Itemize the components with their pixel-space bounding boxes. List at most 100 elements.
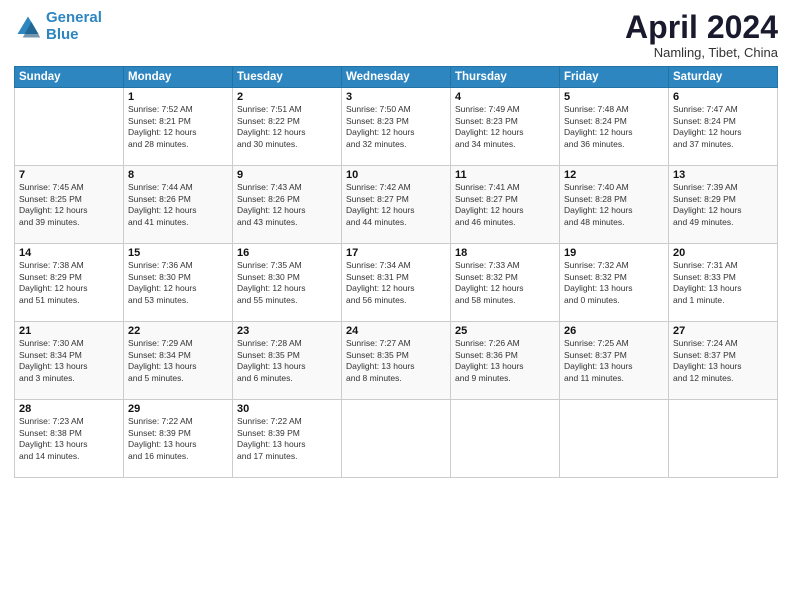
day-info: Sunrise: 7:22 AM Sunset: 8:39 PM Dayligh…	[237, 416, 337, 462]
day-info: Sunrise: 7:48 AM Sunset: 8:24 PM Dayligh…	[564, 104, 664, 150]
calendar-day-header: Sunday	[15, 67, 124, 88]
header: General Blue April 2024 Namling, Tibet, …	[14, 10, 778, 60]
calendar-cell: 23Sunrise: 7:28 AM Sunset: 8:35 PM Dayli…	[233, 322, 342, 400]
calendar-week-row: 1Sunrise: 7:52 AM Sunset: 8:21 PM Daylig…	[15, 88, 778, 166]
day-info: Sunrise: 7:44 AM Sunset: 8:26 PM Dayligh…	[128, 182, 228, 228]
calendar-week-row: 28Sunrise: 7:23 AM Sunset: 8:38 PM Dayli…	[15, 400, 778, 478]
day-number: 28	[19, 403, 119, 415]
day-info: Sunrise: 7:47 AM Sunset: 8:24 PM Dayligh…	[673, 104, 773, 150]
calendar-table: SundayMondayTuesdayWednesdayThursdayFrid…	[14, 66, 778, 478]
day-number: 21	[19, 325, 119, 337]
main-title: April 2024	[625, 10, 778, 45]
day-info: Sunrise: 7:36 AM Sunset: 8:30 PM Dayligh…	[128, 260, 228, 306]
calendar-week-row: 14Sunrise: 7:38 AM Sunset: 8:29 PM Dayli…	[15, 244, 778, 322]
calendar-week-row: 7Sunrise: 7:45 AM Sunset: 8:25 PM Daylig…	[15, 166, 778, 244]
day-number: 15	[128, 247, 228, 259]
calendar-cell: 11Sunrise: 7:41 AM Sunset: 8:27 PM Dayli…	[451, 166, 560, 244]
day-info: Sunrise: 7:43 AM Sunset: 8:26 PM Dayligh…	[237, 182, 337, 228]
calendar-cell	[342, 400, 451, 478]
logo: General Blue	[14, 10, 102, 43]
day-number: 5	[564, 91, 664, 103]
day-number: 13	[673, 169, 773, 181]
day-number: 10	[346, 169, 446, 181]
calendar-cell	[669, 400, 778, 478]
day-info: Sunrise: 7:49 AM Sunset: 8:23 PM Dayligh…	[455, 104, 555, 150]
calendar-cell: 18Sunrise: 7:33 AM Sunset: 8:32 PM Dayli…	[451, 244, 560, 322]
calendar-cell: 5Sunrise: 7:48 AM Sunset: 8:24 PM Daylig…	[560, 88, 669, 166]
day-info: Sunrise: 7:35 AM Sunset: 8:30 PM Dayligh…	[237, 260, 337, 306]
calendar-cell: 22Sunrise: 7:29 AM Sunset: 8:34 PM Dayli…	[124, 322, 233, 400]
day-info: Sunrise: 7:27 AM Sunset: 8:35 PM Dayligh…	[346, 338, 446, 384]
day-number: 25	[455, 325, 555, 337]
calendar-cell: 21Sunrise: 7:30 AM Sunset: 8:34 PM Dayli…	[15, 322, 124, 400]
calendar-cell: 14Sunrise: 7:38 AM Sunset: 8:29 PM Dayli…	[15, 244, 124, 322]
logo-line1: General	[46, 9, 102, 26]
calendar-cell: 30Sunrise: 7:22 AM Sunset: 8:39 PM Dayli…	[233, 400, 342, 478]
calendar-cell: 27Sunrise: 7:24 AM Sunset: 8:37 PM Dayli…	[669, 322, 778, 400]
day-number: 26	[564, 325, 664, 337]
calendar-day-header: Thursday	[451, 67, 560, 88]
subtitle: Namling, Tibet, China	[625, 45, 778, 60]
day-number: 8	[128, 169, 228, 181]
calendar-cell: 12Sunrise: 7:40 AM Sunset: 8:28 PM Dayli…	[560, 166, 669, 244]
calendar-cell: 13Sunrise: 7:39 AM Sunset: 8:29 PM Dayli…	[669, 166, 778, 244]
title-block: April 2024 Namling, Tibet, China	[625, 10, 778, 60]
day-number: 14	[19, 247, 119, 259]
day-number: 4	[455, 91, 555, 103]
day-info: Sunrise: 7:32 AM Sunset: 8:32 PM Dayligh…	[564, 260, 664, 306]
day-info: Sunrise: 7:51 AM Sunset: 8:22 PM Dayligh…	[237, 104, 337, 150]
calendar-cell: 20Sunrise: 7:31 AM Sunset: 8:33 PM Dayli…	[669, 244, 778, 322]
day-info: Sunrise: 7:42 AM Sunset: 8:27 PM Dayligh…	[346, 182, 446, 228]
day-number: 16	[237, 247, 337, 259]
calendar-cell: 28Sunrise: 7:23 AM Sunset: 8:38 PM Dayli…	[15, 400, 124, 478]
day-info: Sunrise: 7:34 AM Sunset: 8:31 PM Dayligh…	[346, 260, 446, 306]
calendar-cell	[560, 400, 669, 478]
day-number: 18	[455, 247, 555, 259]
calendar-cell: 26Sunrise: 7:25 AM Sunset: 8:37 PM Dayli…	[560, 322, 669, 400]
day-number: 23	[237, 325, 337, 337]
day-info: Sunrise: 7:40 AM Sunset: 8:28 PM Dayligh…	[564, 182, 664, 228]
calendar-day-header: Tuesday	[233, 67, 342, 88]
day-info: Sunrise: 7:38 AM Sunset: 8:29 PM Dayligh…	[19, 260, 119, 306]
day-number: 12	[564, 169, 664, 181]
calendar-day-header: Monday	[124, 67, 233, 88]
day-number: 11	[455, 169, 555, 181]
calendar-cell: 1Sunrise: 7:52 AM Sunset: 8:21 PM Daylig…	[124, 88, 233, 166]
calendar-cell: 4Sunrise: 7:49 AM Sunset: 8:23 PM Daylig…	[451, 88, 560, 166]
day-info: Sunrise: 7:28 AM Sunset: 8:35 PM Dayligh…	[237, 338, 337, 384]
day-number: 2	[237, 91, 337, 103]
calendar-cell: 24Sunrise: 7:27 AM Sunset: 8:35 PM Dayli…	[342, 322, 451, 400]
calendar-cell: 2Sunrise: 7:51 AM Sunset: 8:22 PM Daylig…	[233, 88, 342, 166]
day-number: 19	[564, 247, 664, 259]
day-info: Sunrise: 7:25 AM Sunset: 8:37 PM Dayligh…	[564, 338, 664, 384]
logo-icon	[14, 13, 42, 41]
day-number: 22	[128, 325, 228, 337]
calendar-cell	[451, 400, 560, 478]
calendar-cell: 9Sunrise: 7:43 AM Sunset: 8:26 PM Daylig…	[233, 166, 342, 244]
day-info: Sunrise: 7:30 AM Sunset: 8:34 PM Dayligh…	[19, 338, 119, 384]
day-info: Sunrise: 7:26 AM Sunset: 8:36 PM Dayligh…	[455, 338, 555, 384]
page: General Blue April 2024 Namling, Tibet, …	[0, 0, 792, 612]
day-number: 9	[237, 169, 337, 181]
calendar-day-header: Wednesday	[342, 67, 451, 88]
logo-line2: Blue	[46, 26, 79, 43]
calendar-cell: 25Sunrise: 7:26 AM Sunset: 8:36 PM Dayli…	[451, 322, 560, 400]
logo-text: General Blue	[46, 10, 102, 43]
calendar-cell: 15Sunrise: 7:36 AM Sunset: 8:30 PM Dayli…	[124, 244, 233, 322]
day-info: Sunrise: 7:39 AM Sunset: 8:29 PM Dayligh…	[673, 182, 773, 228]
calendar-week-row: 21Sunrise: 7:30 AM Sunset: 8:34 PM Dayli…	[15, 322, 778, 400]
day-number: 17	[346, 247, 446, 259]
calendar-cell: 29Sunrise: 7:22 AM Sunset: 8:39 PM Dayli…	[124, 400, 233, 478]
calendar-cell: 6Sunrise: 7:47 AM Sunset: 8:24 PM Daylig…	[669, 88, 778, 166]
day-info: Sunrise: 7:31 AM Sunset: 8:33 PM Dayligh…	[673, 260, 773, 306]
day-info: Sunrise: 7:29 AM Sunset: 8:34 PM Dayligh…	[128, 338, 228, 384]
day-info: Sunrise: 7:50 AM Sunset: 8:23 PM Dayligh…	[346, 104, 446, 150]
calendar-cell	[15, 88, 124, 166]
day-number: 3	[346, 91, 446, 103]
calendar-header-row: SundayMondayTuesdayWednesdayThursdayFrid…	[15, 67, 778, 88]
calendar-cell: 8Sunrise: 7:44 AM Sunset: 8:26 PM Daylig…	[124, 166, 233, 244]
calendar-cell: 17Sunrise: 7:34 AM Sunset: 8:31 PM Dayli…	[342, 244, 451, 322]
calendar-cell: 19Sunrise: 7:32 AM Sunset: 8:32 PM Dayli…	[560, 244, 669, 322]
day-info: Sunrise: 7:52 AM Sunset: 8:21 PM Dayligh…	[128, 104, 228, 150]
day-info: Sunrise: 7:24 AM Sunset: 8:37 PM Dayligh…	[673, 338, 773, 384]
